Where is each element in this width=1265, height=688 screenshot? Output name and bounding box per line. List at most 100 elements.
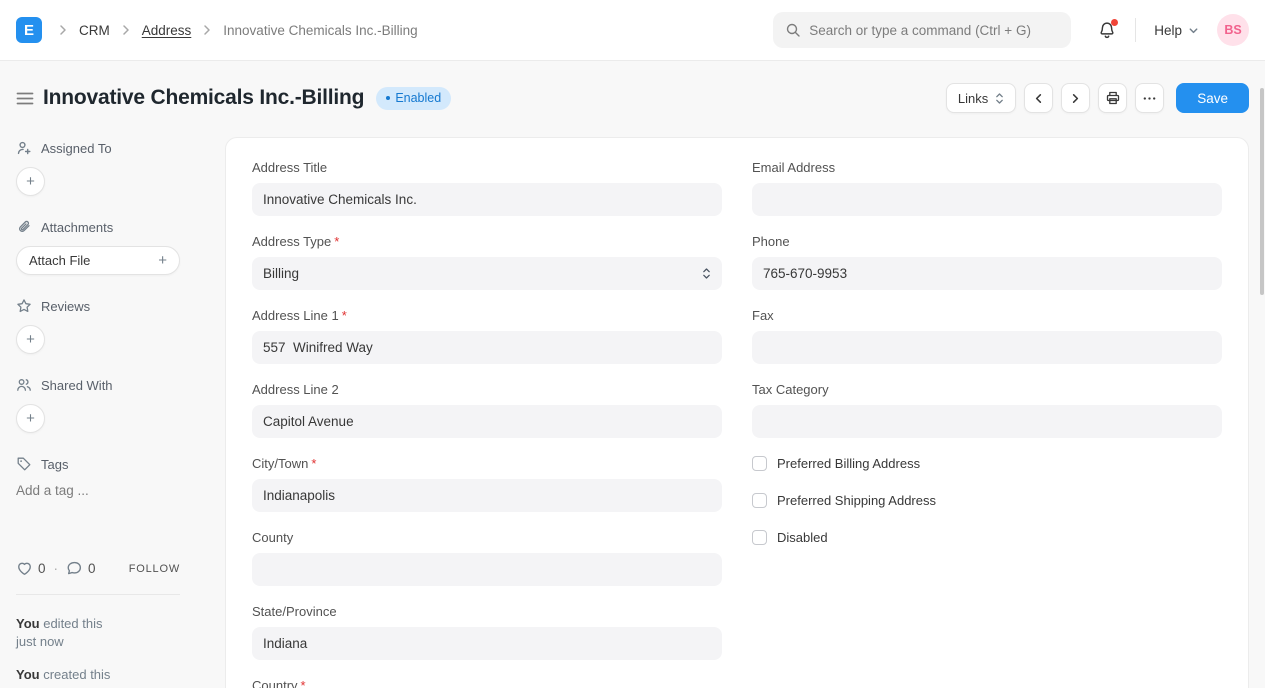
chevron-down-icon xyxy=(1188,25,1199,36)
print-button[interactable] xyxy=(1098,83,1127,113)
field-label: Country xyxy=(252,678,298,688)
plus-icon: + xyxy=(158,252,167,269)
chevron-right-icon xyxy=(1069,92,1082,105)
left-sidebar: Assigned To + Attachments Attach File + … xyxy=(0,137,225,688)
links-dropdown-button[interactable]: Links xyxy=(946,83,1016,113)
activity-action: created this xyxy=(43,667,110,682)
required-asterisk: * xyxy=(301,678,306,688)
email-address-input[interactable] xyxy=(752,183,1222,216)
phone-input[interactable] xyxy=(752,257,1222,290)
breadcrumb-address[interactable]: Address xyxy=(142,23,192,38)
sidebar-toggle-icon[interactable] xyxy=(16,91,34,106)
help-label: Help xyxy=(1154,23,1182,38)
user-plus-icon xyxy=(16,140,32,156)
save-button[interactable]: Save xyxy=(1176,83,1249,113)
chevron-left-icon xyxy=(1032,92,1045,105)
activity-time: just now xyxy=(16,634,64,649)
top-navbar: E CRM Address Innovative Chemicals Inc.-… xyxy=(0,0,1265,61)
checkbox-disabled[interactable]: Disabled xyxy=(752,530,1222,545)
app-logo[interactable]: E xyxy=(16,17,42,43)
more-options-button[interactable] xyxy=(1135,83,1164,113)
app-window: E CRM Address Innovative Chemicals Inc.-… xyxy=(0,0,1265,688)
activity-entry: You created this 1 minute ago xyxy=(16,666,209,688)
activity-actor: You xyxy=(16,667,40,682)
prev-record-button[interactable] xyxy=(1024,83,1053,113)
checkbox-label: Preferred Shipping Address xyxy=(777,493,936,508)
breadcrumb-crm[interactable]: CRM xyxy=(79,23,110,38)
attach-file-label: Attach File xyxy=(29,253,90,268)
address-line-1-input[interactable] xyxy=(252,331,722,364)
field-label: Address Type xyxy=(252,234,331,249)
notifications-bell-icon[interactable] xyxy=(1097,20,1117,40)
form-grid: Address Title Address Type* Billing Addr… xyxy=(252,160,1222,688)
chevron-right-icon xyxy=(56,23,70,37)
checkbox-box[interactable] xyxy=(752,530,767,545)
status-badge-label: Enabled xyxy=(395,91,441,105)
search-icon xyxy=(785,22,801,38)
main-content: Assigned To + Attachments Attach File + … xyxy=(0,137,1265,688)
selector-icon xyxy=(995,92,1004,105)
checkbox-label: Preferred Billing Address xyxy=(777,456,920,471)
form-card: Address Title Address Type* Billing Addr… xyxy=(225,137,1249,688)
next-record-button[interactable] xyxy=(1061,83,1090,113)
page-header: Innovative Chemicals Inc.-Billing Enable… xyxy=(0,61,1265,137)
tags-label: Tags xyxy=(41,457,68,472)
fax-input[interactable] xyxy=(752,331,1222,364)
address-type-select[interactable]: Billing xyxy=(252,257,722,290)
checkbox-box[interactable] xyxy=(752,456,767,471)
help-menu[interactable]: Help xyxy=(1154,23,1199,38)
comment-icon[interactable] xyxy=(66,560,83,577)
checkbox-preferred-shipping-address[interactable]: Preferred Shipping Address xyxy=(752,493,1222,508)
follow-button[interactable]: FOLLOW xyxy=(129,563,180,575)
social-row: 0 · 0 FOLLOW xyxy=(16,560,180,577)
header-actions: Links Save xyxy=(946,83,1249,113)
add-review-button[interactable]: + xyxy=(16,325,45,354)
shared-with-section: Shared With xyxy=(16,377,209,393)
city-town-input[interactable] xyxy=(252,479,722,512)
status-badge: Enabled xyxy=(376,87,451,110)
field-fax: Fax xyxy=(752,308,1222,364)
checkbox-label: Disabled xyxy=(777,530,828,545)
field-label: Email Address xyxy=(752,160,835,175)
state-province-input[interactable] xyxy=(252,627,722,660)
add-assignment-button[interactable]: + xyxy=(16,167,45,196)
field-phone: Phone xyxy=(752,234,1222,290)
field-label: Address Line 2 xyxy=(252,382,339,397)
activity-entry: You edited this just now xyxy=(16,615,209,651)
add-share-button[interactable]: + xyxy=(16,404,45,433)
address-type-value: Billing xyxy=(263,266,299,281)
address-title-input[interactable] xyxy=(252,183,722,216)
heart-icon[interactable] xyxy=(16,560,33,577)
field-address-line-1: Address Line 1* xyxy=(252,308,722,364)
attachments-section: Attachments xyxy=(16,219,209,235)
checkbox-section: Preferred Billing Address Preferred Ship… xyxy=(752,456,1222,545)
user-avatar[interactable]: BS xyxy=(1217,14,1249,46)
page-scrollbar[interactable] xyxy=(1260,88,1264,295)
activity-action: edited this xyxy=(43,616,102,631)
tag-icon xyxy=(16,456,32,472)
field-address-line-2: Address Line 2 xyxy=(252,382,722,438)
address-line-2-input[interactable] xyxy=(252,405,722,438)
tax-category-input[interactable] xyxy=(752,405,1222,438)
activity-actor: You xyxy=(16,616,40,631)
checkbox-box[interactable] xyxy=(752,493,767,508)
add-tag-input[interactable]: Add a tag ... xyxy=(16,483,209,498)
search-input[interactable] xyxy=(809,23,1059,38)
attach-file-button[interactable]: Attach File + xyxy=(16,246,180,275)
page-title: Innovative Chemicals Inc.-Billing xyxy=(43,86,364,110)
checkbox-preferred-billing-address[interactable]: Preferred Billing Address xyxy=(752,456,1222,471)
star-icon xyxy=(16,298,32,314)
required-asterisk: * xyxy=(342,308,347,323)
reviews-section: Reviews xyxy=(16,298,209,314)
breadcrumb-current: Innovative Chemicals Inc.-Billing xyxy=(223,23,417,38)
county-input[interactable] xyxy=(252,553,722,586)
chevron-right-icon xyxy=(200,23,214,37)
chevron-right-icon xyxy=(119,23,133,37)
tags-section: Tags xyxy=(16,456,209,472)
attachments-label: Attachments xyxy=(41,220,113,235)
field-email-address: Email Address xyxy=(752,160,1222,216)
field-label: Tax Category xyxy=(752,382,829,397)
global-search[interactable] xyxy=(773,12,1071,48)
likes-count: 0 xyxy=(38,561,46,576)
printer-icon xyxy=(1105,90,1121,106)
